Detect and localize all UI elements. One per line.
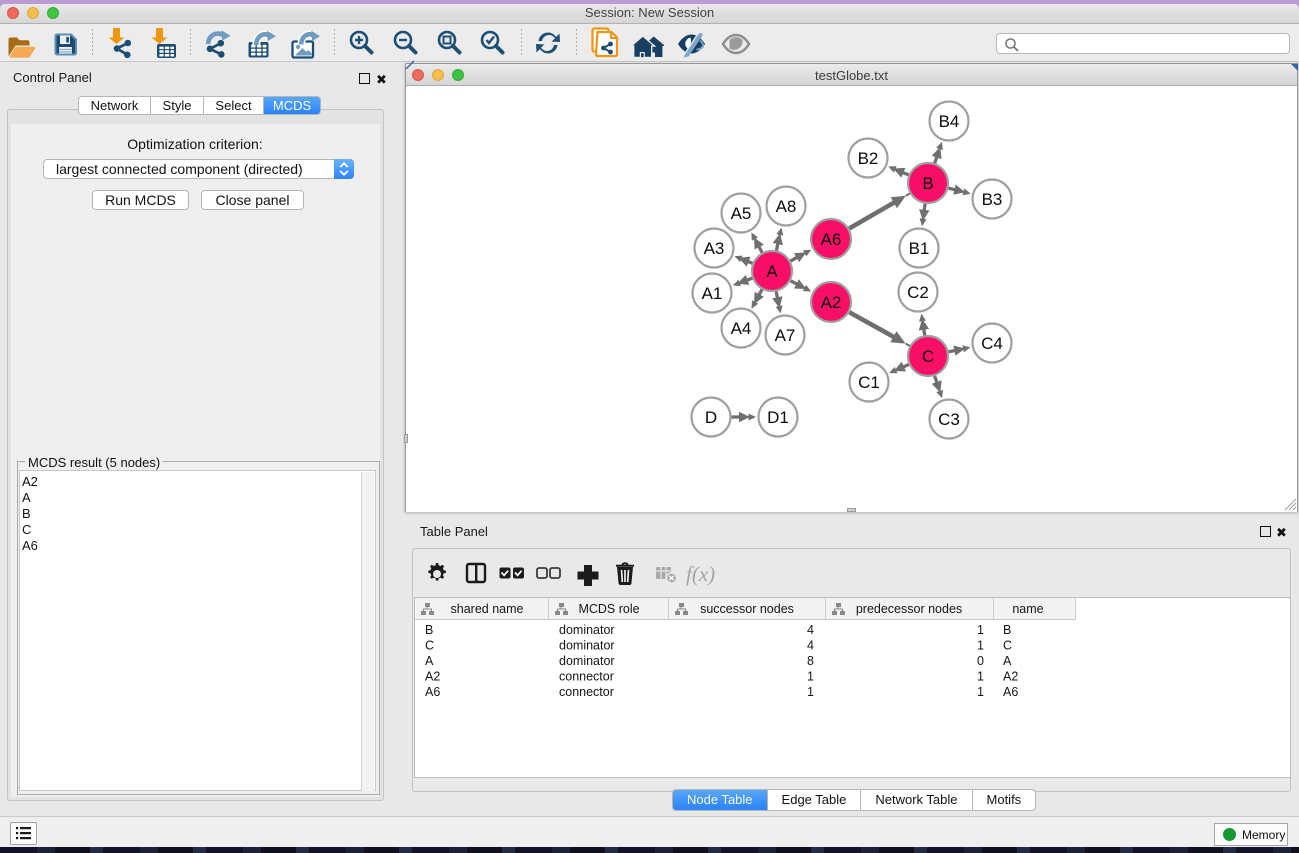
svg-text:C3: C3 (938, 410, 960, 429)
svg-text:B1: B1 (909, 239, 930, 258)
svg-text:B2: B2 (858, 149, 879, 168)
svg-text:dominator: dominator (559, 639, 615, 653)
svg-text:A: A (766, 262, 778, 281)
svg-text:A2: A2 (425, 670, 440, 684)
svg-text:connector: connector (559, 685, 614, 699)
svg-text:A3: A3 (704, 239, 725, 258)
svg-text:B3: B3 (982, 190, 1003, 209)
svg-text:B4: B4 (939, 112, 960, 131)
svg-text:A: A (425, 654, 434, 668)
svg-text:C: C (922, 347, 934, 366)
svg-text:A: A (1003, 654, 1012, 668)
svg-text:A4: A4 (731, 319, 752, 338)
svg-text:B: B (425, 623, 433, 637)
svg-text:1: 1 (977, 670, 984, 684)
svg-text:A5: A5 (731, 204, 752, 223)
svg-text:predecessor nodes: predecessor nodes (856, 602, 962, 616)
svg-text:C: C (425, 639, 434, 653)
svg-text:dominator: dominator (559, 654, 615, 668)
svg-text:1: 1 (807, 670, 814, 684)
svg-text:A6: A6 (425, 685, 440, 699)
svg-text:4: 4 (807, 639, 814, 653)
svg-text:4: 4 (807, 623, 814, 637)
svg-text:1: 1 (807, 685, 814, 699)
svg-text:A6: A6 (1003, 685, 1018, 699)
svg-text:shared name: shared name (451, 602, 524, 616)
svg-text:name: name (1012, 602, 1043, 616)
svg-text:A1: A1 (702, 284, 723, 303)
svg-text:f(x): f(x) (686, 562, 715, 586)
svg-text:MCDS role: MCDS role (578, 602, 639, 616)
svg-text:1: 1 (977, 685, 984, 699)
svg-text:C1: C1 (858, 373, 880, 392)
svg-text:0: 0 (977, 654, 984, 668)
svg-text:C4: C4 (981, 334, 1003, 353)
svg-text:D1: D1 (767, 408, 789, 427)
svg-text:1: 1 (977, 623, 984, 637)
svg-text:A2: A2 (821, 293, 842, 312)
svg-text:C2: C2 (907, 283, 929, 302)
svg-text:B: B (1003, 623, 1011, 637)
svg-text:A7: A7 (775, 326, 796, 345)
svg-text:B: B (922, 174, 933, 193)
svg-text:A8: A8 (776, 197, 797, 216)
svg-text:connector: connector (559, 670, 614, 684)
svg-text:successor nodes: successor nodes (700, 602, 794, 616)
svg-text:8: 8 (807, 654, 814, 668)
svg-text:D: D (705, 408, 717, 427)
svg-text:A6: A6 (821, 230, 842, 249)
svg-text:1: 1 (977, 639, 984, 653)
svg-text:A2: A2 (1003, 670, 1018, 684)
svg-text:dominator: dominator (559, 623, 615, 637)
svg-text:C: C (1003, 639, 1012, 653)
